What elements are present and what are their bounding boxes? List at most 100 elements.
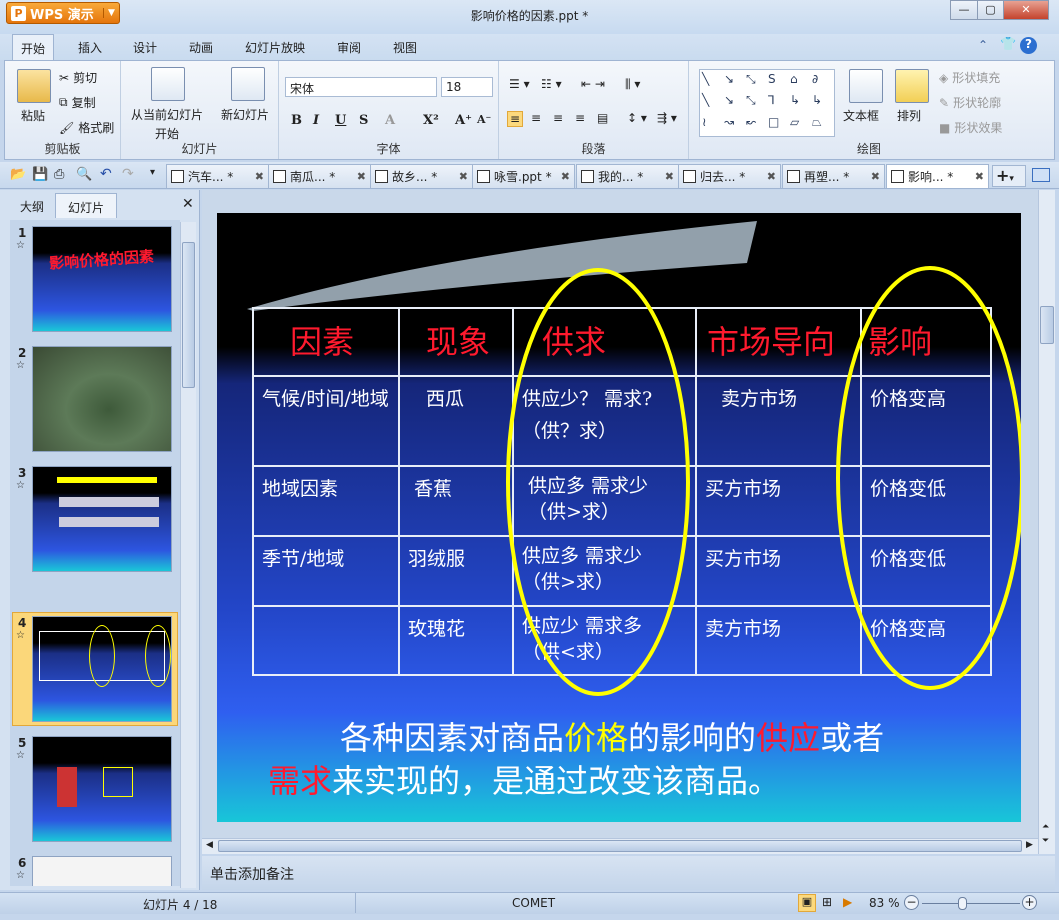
align-right-button[interactable]: ≡ <box>553 111 563 125</box>
font-name-select[interactable]: 宋体 <box>285 77 437 97</box>
shape-outline-button[interactable]: ✎ 形状轮廓 <box>939 94 1001 111</box>
zoom-slider-handle[interactable] <box>958 897 967 910</box>
open-icon[interactable]: 📂 <box>10 167 26 182</box>
underline-button[interactable]: U <box>335 113 346 128</box>
tab-slides[interactable]: 幻灯片 <box>55 193 118 218</box>
zoom-out-button[interactable]: − <box>904 895 919 910</box>
close-tab-icon[interactable]: ✖ <box>767 170 776 183</box>
close-tab-icon[interactable]: ✖ <box>871 170 880 183</box>
indent-icons[interactable]: ⇤ ⇥ <box>581 77 605 91</box>
print-preview-icon[interactable]: 🔍 <box>76 167 92 182</box>
copy-button[interactable]: ⧉ 复制 <box>59 94 96 111</box>
print-icon[interactable]: ⎙ <box>54 167 64 182</box>
shrink-font-button[interactable]: A⁻ <box>477 113 491 126</box>
bullets-icon[interactable]: ☰ ▾ <box>509 77 530 91</box>
grow-font-button[interactable]: A⁺ <box>455 113 472 128</box>
horizontal-scrollbar[interactable]: ◀ ▶ <box>202 838 1038 854</box>
doc-tab[interactable]: 咏雪.ppt * ✖ <box>472 164 575 188</box>
align-center-button[interactable]: ≡ <box>531 111 541 125</box>
normal-view-button[interactable]: ▣ <box>798 894 816 912</box>
close-tab-icon[interactable]: ✖ <box>561 170 570 183</box>
close-tab-icon[interactable]: ✖ <box>255 170 264 183</box>
window-layout-icon[interactable] <box>1032 168 1050 182</box>
tab-review[interactable]: 审阅 <box>337 39 361 56</box>
slide-thumbnail-4[interactable] <box>32 616 172 722</box>
slide-thumbnail-1[interactable]: 影响价格的因素 <box>32 226 172 332</box>
tab-view[interactable]: 视图 <box>393 39 417 56</box>
italic-button[interactable]: I <box>313 113 319 128</box>
tab-insert[interactable]: 插入 <box>78 39 102 56</box>
undo-icon[interactable]: ↶ <box>100 166 112 182</box>
distribute-button[interactable]: ▤ <box>597 111 608 125</box>
prev-slide-icon[interactable]: ⏶ <box>1042 822 1049 832</box>
doc-tab-active[interactable]: 影响... * ✖ <box>886 164 989 188</box>
tab-design[interactable]: 设计 <box>133 39 157 56</box>
paste-button[interactable]: 粘贴 <box>21 107 45 124</box>
justify-button[interactable]: ≡ <box>575 111 585 125</box>
superscript-button[interactable]: X² <box>423 113 439 128</box>
slide-thumbnail-3[interactable] <box>32 466 172 572</box>
scroll-thumb[interactable] <box>1040 306 1054 344</box>
cut-button[interactable]: ✂ 剪切 <box>59 69 97 86</box>
paragraph-more-button[interactable]: ⇶ ▾ <box>657 111 677 125</box>
format-painter-button[interactable]: 🖌 格式刷 <box>59 119 114 136</box>
skin-icon[interactable]: 👕 <box>1000 37 1016 52</box>
doc-tab[interactable]: 故乡... * ✖ <box>370 164 473 188</box>
font-color-button[interactable]: A <box>385 113 395 128</box>
align-left-button[interactable]: ≡ <box>507 111 524 127</box>
help-icon[interactable]: ? <box>1020 37 1037 54</box>
save-icon[interactable]: 💾 <box>32 167 48 182</box>
tab-slideshow[interactable]: 幻灯片放映 <box>245 39 305 56</box>
vertical-scrollbar[interactable]: ⏶ ⏷ <box>1038 190 1055 854</box>
close-tab-icon[interactable]: ✖ <box>459 170 468 183</box>
thumbnail-scrollbar[interactable] <box>180 222 196 888</box>
close-button[interactable]: ✕ <box>1003 0 1049 20</box>
scroll-left-icon[interactable]: ◀ <box>206 840 213 850</box>
play-from-current-button[interactable]: 从当前幻灯片 开始 <box>131 106 203 142</box>
doc-tab[interactable]: 再塑... * ✖ <box>782 164 885 188</box>
document-tab-bar: 📂 💾 ⎙ 🔍 ↶ ↷ ▾ 汽车... * ✖ 南瓜... * ✖ 故乡... * ✖… <box>0 162 1059 189</box>
slide-thumbnail-5[interactable] <box>32 736 172 842</box>
text-direction-icon[interactable]: ⫼ ▾ <box>625 77 640 92</box>
doc-tab[interactable]: 归去... * ✖ <box>678 164 781 188</box>
slide-thumbnail-2[interactable] <box>32 346 172 452</box>
slideshow-button[interactable]: ▶ <box>843 895 852 909</box>
notes-pane[interactable]: 单击添加备注 <box>202 856 1055 890</box>
doc-tab[interactable]: 南瓜... * ✖ <box>268 164 371 188</box>
textbox-button[interactable]: 文本框 <box>843 107 879 124</box>
shape-fill-button[interactable]: ◈ 形状填充 <box>939 69 1000 86</box>
zoom-slider[interactable] <box>922 903 1020 904</box>
close-panel-icon[interactable]: ✕ <box>182 196 194 212</box>
new-slide-button[interactable]: 新幻灯片 <box>221 106 269 123</box>
collapse-ribbon-icon[interactable]: ⌃ <box>978 38 988 52</box>
slide-sorter-button[interactable]: ⊞ <box>822 895 832 909</box>
shadow-button[interactable]: S <box>359 113 368 128</box>
scroll-thumb[interactable] <box>218 840 1022 852</box>
customize-toolbar-icon[interactable]: ▾ <box>150 167 155 178</box>
scroll-thumb[interactable] <box>182 242 195 388</box>
maximize-button[interactable]: ▢ <box>977 0 1004 20</box>
font-size-select[interactable]: 18 <box>441 77 493 97</box>
shapes-gallery[interactable]: ╲ ↘ ⤡ S ⌂ ∂ ╲ ↘ ⤡ ⅂ ↳ ↳ ≀ ↝ ↜ □ ▱ ⏢ <box>699 69 835 137</box>
tab-animation[interactable]: 动画 <box>189 39 213 56</box>
doc-tab[interactable]: 我的... * ✖ <box>576 164 679 188</box>
line-spacing-button[interactable]: ↕ ▾ <box>627 111 647 125</box>
shape-effect-button[interactable]: ■ 形状效果 <box>939 119 1002 136</box>
tab-outline[interactable]: 大纲 <box>8 193 56 218</box>
tab-home[interactable]: 开始 <box>12 34 55 61</box>
numbering-icon[interactable]: ☷ ▾ <box>541 77 562 91</box>
zoom-in-button[interactable]: + <box>1022 895 1037 910</box>
new-tab-button[interactable]: +▾ <box>992 165 1026 187</box>
close-tab-icon[interactable]: ✖ <box>975 170 984 183</box>
scroll-right-icon[interactable]: ▶ <box>1026 840 1033 850</box>
redo-icon[interactable]: ↷ <box>122 166 134 182</box>
arrange-button[interactable]: 排列 <box>897 107 921 124</box>
close-tab-icon[interactable]: ✖ <box>357 170 366 183</box>
slide-thumbnail-6[interactable] <box>32 856 172 886</box>
close-tab-icon[interactable]: ✖ <box>665 170 674 183</box>
slide-canvas[interactable]: 因素 现象 供求 市场导向 影响 气候/时间/地域 西瓜 供应少？ 需求? （供？… <box>217 213 1021 822</box>
doc-tab[interactable]: 汽车... * ✖ <box>166 164 269 188</box>
next-slide-icon[interactable]: ⏷ <box>1042 836 1049 846</box>
minimize-button[interactable]: — <box>950 0 978 20</box>
bold-button[interactable]: B <box>291 113 302 128</box>
